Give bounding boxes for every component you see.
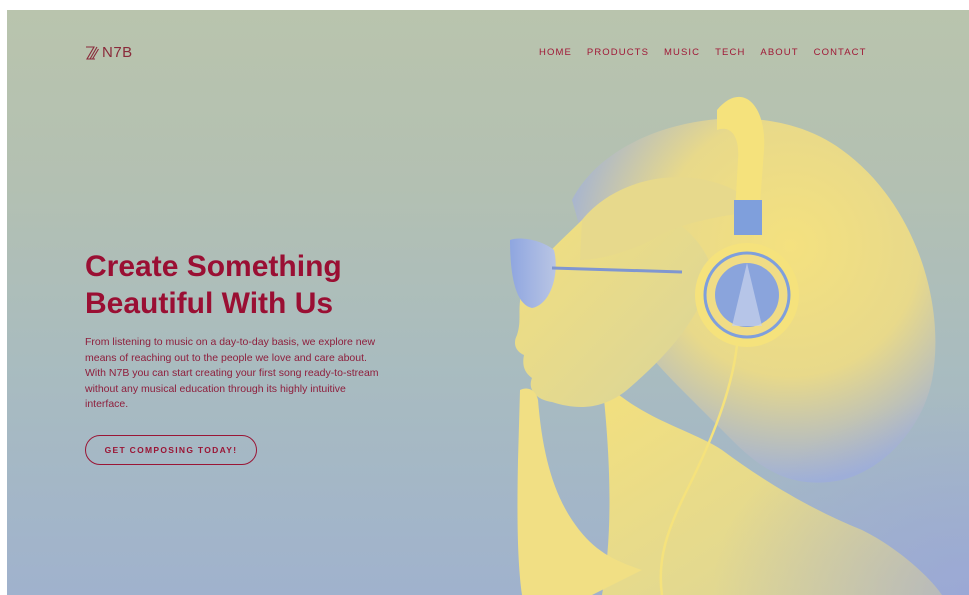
nav-music[interactable]: MUSIC bbox=[664, 47, 700, 58]
headphone-slider bbox=[734, 200, 762, 235]
hero-title-line-1: Create Something bbox=[85, 250, 342, 283]
hero-title-line-2: Beautiful With Us bbox=[85, 287, 334, 320]
landing-page: N7B HOME PRODUCTS MUSIC TECH ABOUT CONTA… bbox=[7, 10, 969, 595]
nav-home[interactable]: HOME bbox=[539, 47, 572, 58]
nav-about[interactable]: ABOUT bbox=[760, 47, 798, 58]
hero-description: From listening to music on a day-to-day … bbox=[85, 336, 379, 410]
main-nav: HOME PRODUCTS MUSIC TECH ABOUT CONTACT bbox=[539, 47, 867, 58]
nav-contact[interactable]: CONTACT bbox=[814, 47, 867, 58]
logo-text: N7B bbox=[102, 44, 133, 61]
brand-logo[interactable]: N7B bbox=[85, 44, 133, 61]
hero-title: Create Something Beautiful With Us bbox=[85, 248, 425, 322]
nav-tech[interactable]: TECH bbox=[715, 47, 745, 58]
hero-photo-woman-with-headphones bbox=[510, 96, 942, 595]
nav-products[interactable]: PRODUCTS bbox=[587, 47, 649, 58]
n7b-slash-logo-icon bbox=[86, 45, 99, 60]
get-composing-button[interactable]: GET COMPOSING TODAY! bbox=[85, 435, 257, 465]
